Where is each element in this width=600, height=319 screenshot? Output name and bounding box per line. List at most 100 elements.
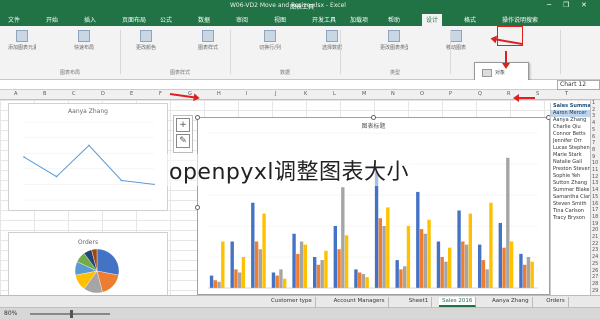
column-header[interactable]: M bbox=[362, 91, 366, 97]
column-header[interactable]: P bbox=[449, 91, 452, 97]
ribbon-button[interactable]: 移动图表 bbox=[442, 30, 470, 60]
ribbon-tab[interactable]: 文件 bbox=[4, 14, 24, 25]
row-header[interactable]: 23 bbox=[592, 247, 598, 253]
row-header[interactable]: 24 bbox=[592, 254, 598, 260]
row-header[interactable]: 5 bbox=[592, 127, 595, 133]
list-item[interactable]: Connor Betts bbox=[551, 131, 590, 138]
selected-chart[interactable]: 图表标题 bbox=[195, 115, 551, 295]
list-item[interactable]: Tracy Bryson bbox=[551, 215, 590, 222]
row-header[interactable]: 10 bbox=[592, 160, 598, 166]
list-item[interactable]: Sophie Yeh bbox=[551, 173, 590, 180]
row-header[interactable]: 18 bbox=[592, 214, 598, 220]
ribbon-button[interactable]: 图表样式 bbox=[194, 30, 222, 60]
sheet-tab[interactable]: Aanya Zhang bbox=[489, 297, 533, 307]
chart-styles-icon[interactable]: ✎ bbox=[176, 134, 190, 148]
column-header[interactable]: K bbox=[304, 91, 307, 97]
ribbon-tab[interactable]: 审阅 bbox=[232, 14, 252, 25]
list-item[interactable]: Steven Smith bbox=[551, 201, 590, 208]
sheet-tab[interactable]: Account Managers bbox=[331, 297, 389, 307]
column-header[interactable]: O bbox=[420, 91, 424, 97]
list-item[interactable]: Charlie Qiu bbox=[551, 124, 590, 131]
ribbon-tab[interactable]: 插入 bbox=[80, 14, 100, 25]
ribbon-button[interactable]: 添加图表元素 bbox=[8, 30, 36, 60]
ribbon-tab[interactable]: 设计 bbox=[422, 14, 443, 26]
list-item[interactable]: Natalie Gall bbox=[551, 159, 590, 166]
column-header[interactable]: S bbox=[536, 91, 539, 97]
column-header[interactable]: F bbox=[159, 91, 162, 97]
row-header[interactable]: 9 bbox=[592, 154, 595, 160]
row-header[interactable]: 22 bbox=[592, 241, 598, 247]
row-header[interactable]: 29 bbox=[592, 288, 598, 294]
name-box[interactable]: Chart 12 bbox=[557, 80, 600, 90]
row-header[interactable]: 1 bbox=[592, 100, 595, 106]
row-header[interactable]: 28 bbox=[592, 281, 598, 287]
sheet-tab[interactable]: Customer type bbox=[268, 297, 316, 307]
column-header[interactable]: L bbox=[333, 91, 336, 97]
row-header[interactable]: 2 bbox=[592, 107, 595, 113]
ribbon-tab[interactable]: 格式 bbox=[460, 14, 480, 25]
row-header[interactable]: 17 bbox=[592, 207, 598, 213]
row-header[interactable]: 26 bbox=[592, 268, 598, 274]
list-item[interactable]: Samantha Clar bbox=[551, 194, 590, 201]
ribbon-tab[interactable]: 操作说明搜索 bbox=[498, 14, 542, 25]
list-item[interactable]: Lucas Stephenson bbox=[551, 145, 590, 152]
close-button[interactable]: ✕ bbox=[581, 1, 587, 9]
chart-elements-icon[interactable]: + bbox=[176, 118, 190, 132]
row-header[interactable]: 12 bbox=[592, 174, 598, 180]
minimize-button[interactable]: ─ bbox=[547, 1, 551, 9]
ribbon-button[interactable]: 快速布局 bbox=[70, 30, 98, 60]
row-header[interactable]: 6 bbox=[592, 134, 595, 140]
row-header[interactable]: 16 bbox=[592, 201, 598, 207]
column-header[interactable]: C bbox=[72, 91, 76, 97]
list-item[interactable]: Aanya Zhang bbox=[551, 117, 590, 124]
ribbon-button[interactable]: 更改图表类型 bbox=[380, 30, 408, 60]
list-item[interactable]: Sutton Zhang bbox=[551, 180, 590, 187]
ribbon-button[interactable]: 更改颜色 bbox=[132, 30, 160, 60]
ribbon-button[interactable]: 切换行/列 bbox=[256, 30, 284, 60]
popup-item[interactable]: 对象 bbox=[479, 67, 523, 79]
column-header[interactable]: J bbox=[275, 91, 276, 97]
row-header[interactable]: 3 bbox=[592, 113, 595, 119]
pie-chart[interactable]: Orders bbox=[8, 232, 168, 296]
column-header[interactable]: D bbox=[101, 91, 105, 97]
sheet-tab[interactable]: Sheet1 bbox=[406, 297, 433, 307]
list-item[interactable]: Jennifer Orr bbox=[551, 138, 590, 145]
column-header[interactable]: B bbox=[43, 91, 46, 97]
row-header[interactable]: 14 bbox=[592, 187, 598, 193]
ribbon-tab[interactable]: 开发工具 bbox=[308, 14, 340, 25]
resize-handle-left[interactable] bbox=[195, 205, 200, 210]
formula-bar[interactable] bbox=[0, 80, 600, 90]
row-header[interactable]: 8 bbox=[592, 147, 595, 153]
ribbon-tab[interactable]: 公式 bbox=[156, 14, 176, 25]
ribbon-tab[interactable]: 帮助 bbox=[384, 14, 404, 25]
row-header[interactable]: 11 bbox=[592, 167, 598, 173]
list-item[interactable]: Aaron Mercer bbox=[551, 110, 590, 117]
row-header[interactable]: 7 bbox=[592, 140, 595, 146]
ribbon-tab[interactable]: 数据 bbox=[194, 14, 214, 25]
restore-button[interactable]: ❐ bbox=[563, 1, 569, 9]
column-header[interactable]: H bbox=[217, 91, 221, 97]
row-header[interactable]: 4 bbox=[592, 120, 595, 126]
column-header[interactable]: Q bbox=[478, 91, 482, 97]
row-header[interactable]: 21 bbox=[592, 234, 598, 240]
list-item[interactable]: Preston Stevens bbox=[551, 166, 590, 173]
column-header[interactable]: T bbox=[565, 91, 568, 97]
list-item[interactable]: Tina Carlson bbox=[551, 208, 590, 215]
zoom-slider[interactable] bbox=[30, 310, 110, 318]
row-header[interactable]: 27 bbox=[592, 274, 598, 280]
row-header[interactable]: 13 bbox=[592, 180, 598, 186]
line-chart[interactable]: Aanya Zhang bbox=[8, 103, 168, 211]
row-header[interactable]: 19 bbox=[592, 221, 598, 227]
sheet-tab[interactable]: Orders bbox=[543, 297, 569, 307]
row-header[interactable]: 15 bbox=[592, 194, 598, 200]
zoom-slider-knob[interactable] bbox=[70, 310, 73, 318]
sheet-tab[interactable]: Sales 2016 bbox=[439, 297, 477, 307]
list-item[interactable]: Summer Blake bbox=[551, 187, 590, 194]
resize-handle-top[interactable] bbox=[371, 115, 376, 120]
row-header[interactable]: 20 bbox=[592, 227, 598, 233]
ribbon-tab[interactable]: 页面布局 bbox=[118, 14, 150, 25]
column-header[interactable]: R bbox=[507, 91, 510, 97]
column-header[interactable]: I bbox=[246, 91, 247, 97]
list-item[interactable]: Marie Stark bbox=[551, 152, 590, 159]
ribbon-tab[interactable]: 开始 bbox=[42, 14, 62, 25]
